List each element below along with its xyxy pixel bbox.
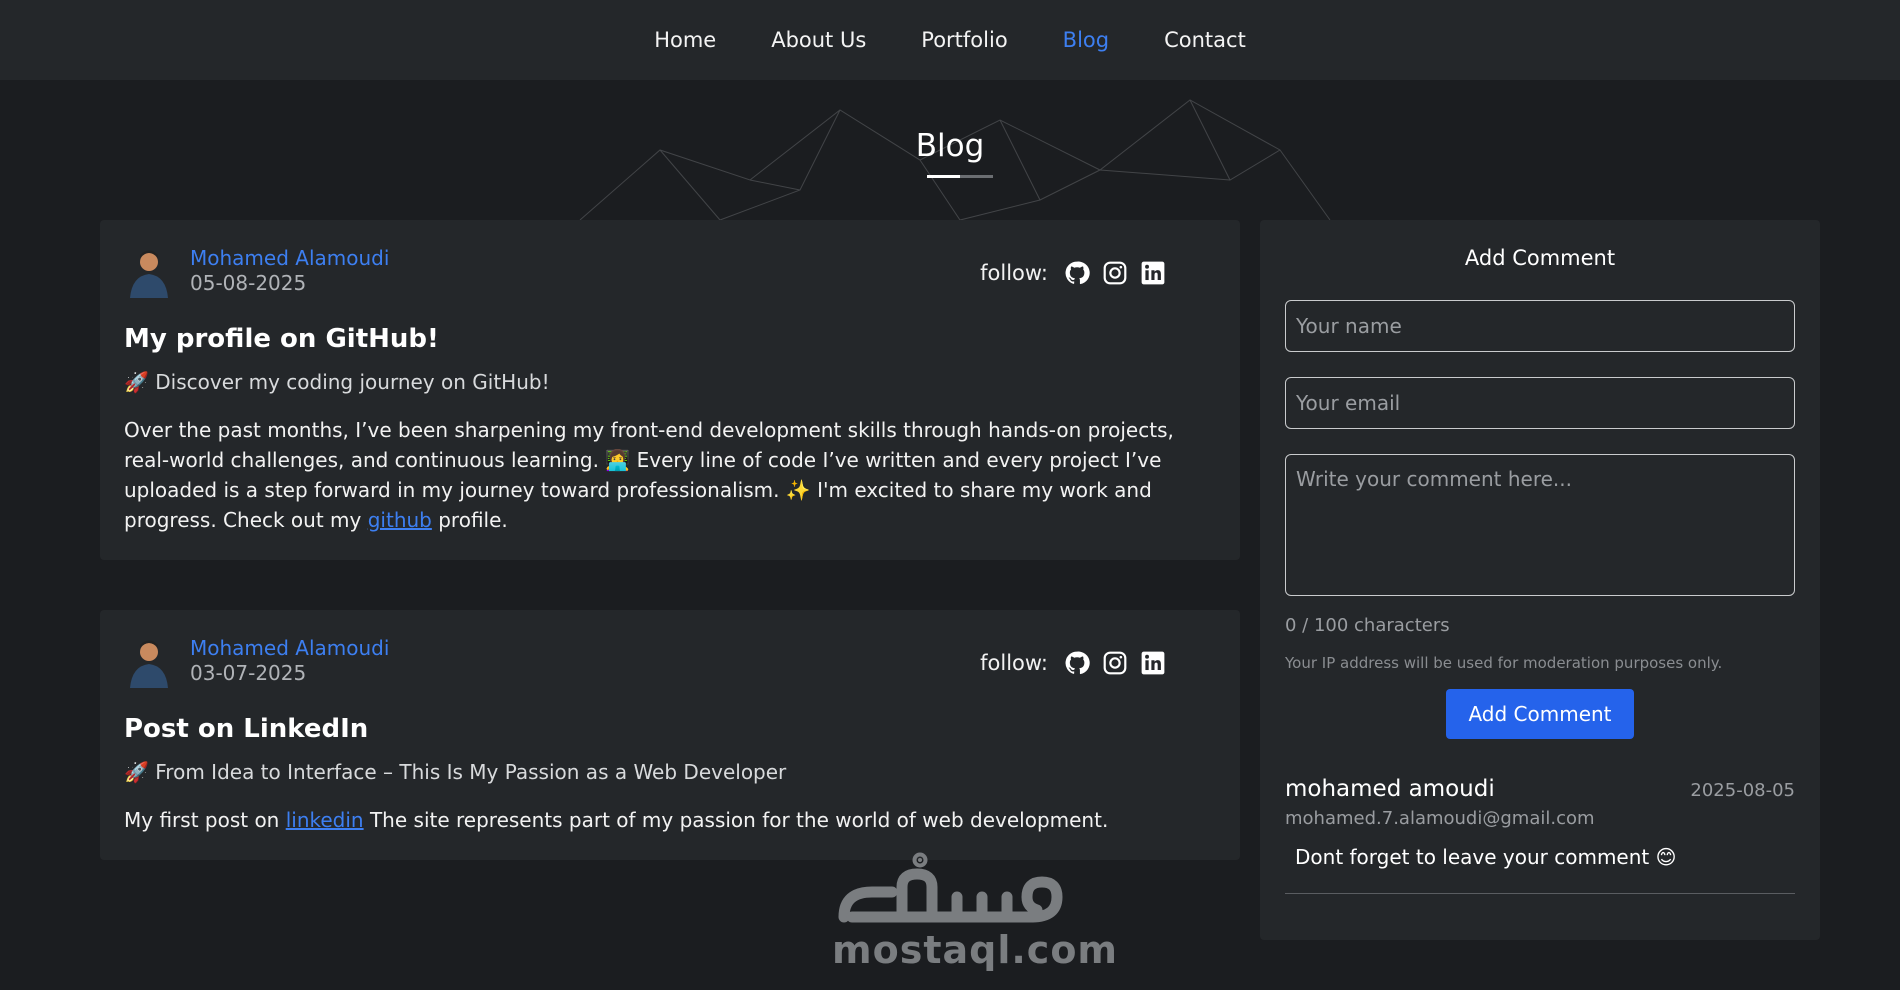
nav-contact[interactable]: Contact	[1164, 28, 1246, 52]
follow-links: follow:	[980, 260, 1166, 286]
follow-label: follow:	[980, 261, 1048, 285]
github-icon[interactable]	[1064, 260, 1090, 286]
avatar	[130, 640, 168, 688]
post-body-text-end: profile.	[431, 508, 508, 532]
post-author[interactable]: Mohamed Alamoudi	[190, 246, 389, 270]
post-body: Over the past months, I’ve been sharpeni…	[124, 415, 1204, 535]
title-underline	[927, 175, 993, 178]
post-title: Post on LinkedIn	[124, 714, 369, 744]
post-subtitle: 🚀 Discover my coding journey on GitHub!	[124, 370, 550, 394]
post-body-text: Over the past months, I’ve been sharpeni…	[124, 418, 1174, 532]
moderation-note: Your IP address will be used for moderat…	[1285, 654, 1723, 672]
comment-textarea[interactable]	[1285, 454, 1795, 596]
avatar	[130, 250, 168, 298]
nav-home[interactable]: Home	[654, 28, 716, 52]
post-subtitle: 🚀 From Idea to Interface – This Is My Pa…	[124, 760, 787, 784]
nav-blog[interactable]: Blog	[1063, 28, 1109, 52]
page-title: Blog	[915, 128, 985, 164]
comment-email: mohamed.7.alamoudi@gmail.com	[1285, 808, 1595, 829]
name-input[interactable]	[1285, 300, 1795, 352]
comment-panel: Add Comment 0 / 100 characters Your IP a…	[1260, 220, 1820, 940]
post-title: My profile on GitHub!	[124, 324, 439, 354]
nav-about-us[interactable]: About Us	[771, 28, 866, 52]
post-body-text-end: The site represents part of my passion f…	[363, 808, 1109, 832]
comment-text: Dont forget to leave your comment 😊	[1295, 845, 1677, 869]
post-body: My first post on linkedin The site repre…	[124, 805, 1204, 835]
instagram-icon[interactable]	[1102, 260, 1128, 286]
linkedin-icon[interactable]	[1140, 650, 1166, 676]
comment-panel-title: Add Comment	[1464, 246, 1616, 270]
post-card: Mohamed Alamoudi 05-08-2025 follow: My p…	[100, 220, 1240, 560]
follow-label: follow:	[980, 651, 1048, 675]
post-author[interactable]: Mohamed Alamoudi	[190, 636, 389, 660]
post-card: Mohamed Alamoudi 03-07-2025 follow: Post…	[100, 610, 1240, 860]
comment-date: 2025-08-05	[1690, 780, 1795, 801]
post-date: 05-08-2025	[190, 271, 307, 295]
nav-portfolio[interactable]: Portfolio	[921, 28, 1007, 52]
github-link[interactable]: github	[368, 508, 432, 532]
post-date: 03-07-2025	[190, 661, 307, 685]
comment-author: mohamed amoudi	[1285, 776, 1495, 802]
email-input[interactable]	[1285, 377, 1795, 429]
watermark-text: mostaql.com	[832, 928, 1119, 972]
character-count: 0 / 100 characters	[1285, 615, 1450, 636]
linkedin-link[interactable]: linkedin	[286, 808, 364, 832]
instagram-icon[interactable]	[1102, 650, 1128, 676]
github-icon[interactable]	[1064, 650, 1090, 676]
follow-links: follow:	[980, 650, 1166, 676]
linkedin-icon[interactable]	[1140, 260, 1166, 286]
add-comment-button[interactable]: Add Comment	[1446, 689, 1634, 739]
comment-divider	[1285, 893, 1795, 894]
top-nav: Home About Us Portfolio Blog Contact	[0, 0, 1900, 80]
post-body-text: My first post on	[124, 808, 286, 832]
